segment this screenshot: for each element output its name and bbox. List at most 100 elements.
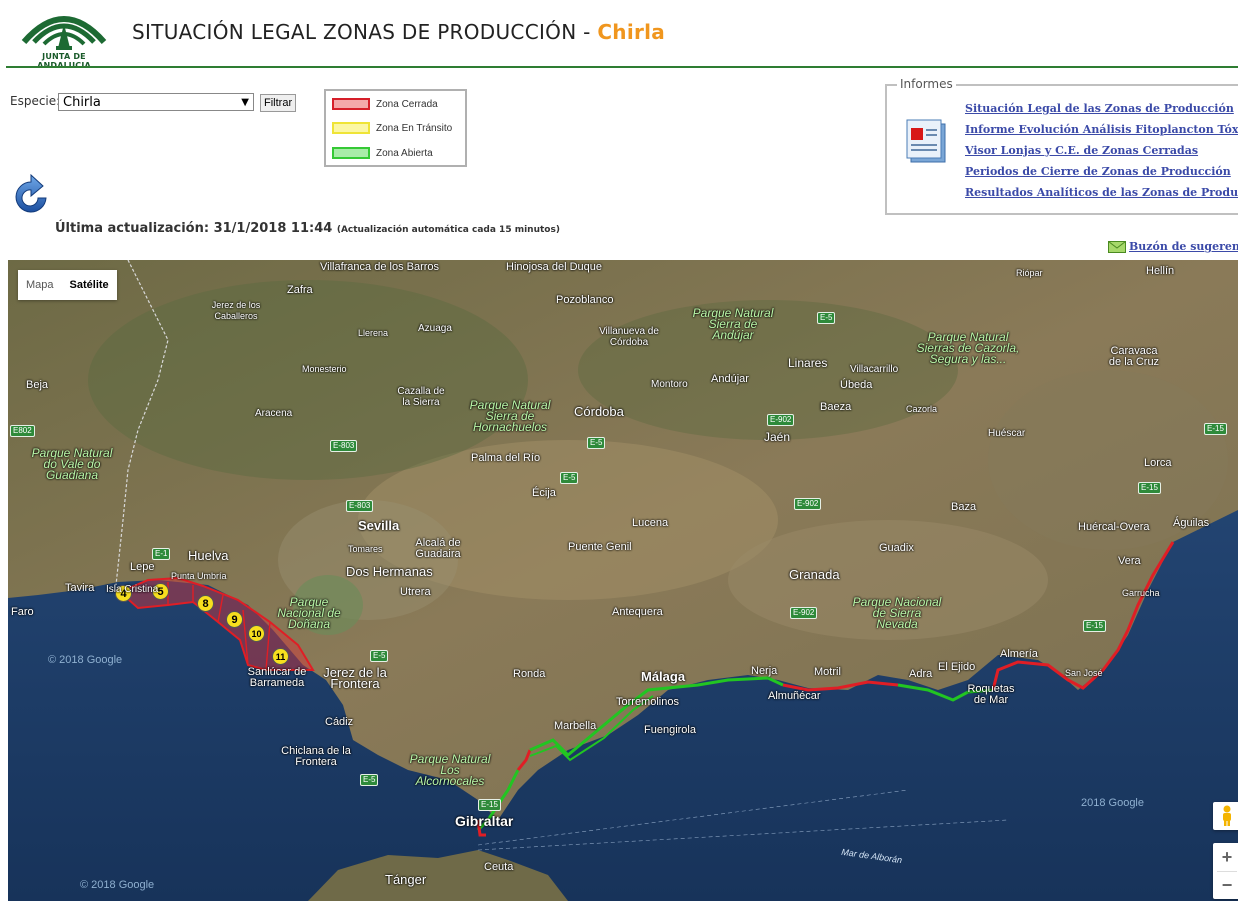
park-label: Parque Natural Sierra de Hornachuelos <box>469 398 551 434</box>
informe-link-periodos[interactable]: Periodos de Cierre de Zonas de Producció… <box>965 165 1231 178</box>
place-label: Cazorla <box>906 404 938 414</box>
place-label: Cazalla de la Sierra <box>397 386 445 408</box>
place-label: Nerja <box>751 665 778 677</box>
place-label: Tánger <box>385 872 427 887</box>
place-label: Jerez de los Caballeros <box>211 300 261 321</box>
place-label: Marbella <box>554 720 597 732</box>
header-divider <box>6 66 1238 68</box>
road-shield: E802 <box>10 425 35 437</box>
place-label: Aracena <box>255 408 293 419</box>
legend-label: Zona Cerrada <box>376 99 438 110</box>
place-label: Motril <box>814 666 841 678</box>
map-type-map-button[interactable]: Mapa <box>18 270 62 300</box>
map-type-satellite-button[interactable]: Satélite <box>62 270 117 300</box>
informe-link-resultados[interactable]: Resultados Analíticos de las Zonas de Pr… <box>965 186 1238 199</box>
place-label: Zafra <box>287 284 313 296</box>
place-label: Villacarrillo <box>850 364 899 375</box>
last-update-note: (Actualización automática cada 15 minuto… <box>336 225 560 235</box>
map-watermark: © 2018 Google <box>48 654 123 666</box>
place-label: Tomares <box>348 544 383 554</box>
road-shield: E-5 <box>560 472 579 484</box>
place-label: Tavira <box>65 582 95 594</box>
species-label: Especie: <box>10 94 61 108</box>
legend-item-open: Zona Abierta <box>332 146 433 162</box>
road-shield: E-15 <box>1204 423 1227 435</box>
place-label: Lepe <box>130 561 155 573</box>
legend-swatch-closed <box>332 98 370 111</box>
page-title-text: SITUACIÓN LEGAL ZONAS DE PRODUCCIÓN - <box>132 20 591 44</box>
place-label: Adra <box>909 668 933 680</box>
place-label: Andújar <box>711 373 749 385</box>
zoom-in-button[interactable]: + <box>1213 843 1238 871</box>
legend-item-transit: Zona En Tránsito <box>332 121 452 137</box>
place-label: Ceuta <box>484 861 514 873</box>
place-label: Águilas <box>1173 517 1210 529</box>
informe-link-lonjas[interactable]: Visor Lonjas y C.E. de Zonas Cerradas <box>965 144 1198 157</box>
road-shield: E-15 <box>1138 482 1161 494</box>
zone-marker[interactable]: 9 <box>226 611 243 628</box>
road-shield: E-5 <box>360 774 379 786</box>
page-title: SITUACIÓN LEGAL ZONAS DE PRODUCCIÓN - Ch… <box>132 20 665 44</box>
place-label: Faro <box>11 606 34 618</box>
species-select[interactable]: Chirla ▼ <box>58 93 254 111</box>
place-label: Beja <box>26 379 49 391</box>
place-label: San José <box>1065 668 1103 678</box>
junta-emblem-icon <box>21 16 107 50</box>
junta-logo[interactable]: JUNTA DE ANDALUCIA <box>18 2 110 70</box>
park-label: Parque Natural Sierras de Cazorla, Segur… <box>916 330 1020 366</box>
place-label: Cádiz <box>325 716 354 728</box>
place-label: Linares <box>788 356 828 370</box>
park-label: Parque Nacional de Sierra Nevada <box>852 595 942 631</box>
place-label: Dos Hermanas <box>346 564 433 579</box>
park-label: Parque Natural Los Alcornocales <box>409 752 491 788</box>
place-label: Villafranca de los Barros <box>320 261 440 273</box>
place-label: Écija <box>532 487 556 499</box>
zone-marker[interactable]: 11 <box>272 648 289 665</box>
place-label: Riópar <box>1016 268 1043 278</box>
place-label: Punta Umbría <box>171 571 227 581</box>
informe-link-situacion[interactable]: Situación Legal de las Zonas de Producci… <box>965 102 1234 115</box>
zone-marker[interactable]: 10 <box>248 625 265 642</box>
place-label: Lucena <box>632 517 669 529</box>
buzon-sugerencias-link[interactable]: Buzón de sugerencia <box>1108 240 1238 253</box>
zoom-control: + − <box>1213 843 1238 899</box>
legend-label: Zona En Tránsito <box>376 123 453 134</box>
zoom-out-button[interactable]: − <box>1213 871 1238 899</box>
map-watermark: 2018 Google <box>1081 797 1144 809</box>
street-view-pegman-icon[interactable] <box>1213 802 1238 830</box>
place-label: Guadix <box>879 542 914 554</box>
map-view[interactable]: 4 5 8 9 10 11 Villafranca de los Barros … <box>8 260 1238 901</box>
place-label: Jaén <box>764 430 791 444</box>
place-label: Isla Cristina <box>106 584 159 595</box>
legend-item-closed: Zona Cerrada <box>332 97 438 113</box>
road-shield: E-15 <box>478 799 501 811</box>
place-label: Huércal-Overa <box>1078 521 1150 533</box>
place-label: Córdoba <box>574 404 624 419</box>
road-shield: E-5 <box>587 437 606 449</box>
map-watermark: © 2018 Google <box>80 879 155 891</box>
map-type-control: Mapa Satélite <box>18 270 117 300</box>
road-shield: E-15 <box>1083 620 1106 632</box>
park-label: Parque Natural Sierra de Andújar <box>692 306 774 342</box>
road-shield: E-5 <box>370 650 389 662</box>
report-document-icon <box>906 119 946 163</box>
legend-swatch-transit <box>332 122 370 135</box>
place-label: Utrera <box>400 586 431 598</box>
legend-label: Zona Abierta <box>376 148 433 159</box>
place-label: Vera <box>1118 555 1141 567</box>
place-label: Almería <box>1000 648 1038 660</box>
filter-button[interactable]: Filtrar <box>260 94 297 112</box>
informe-link-fitoplancton[interactable]: Informe Evolución Análisis Fitoplancton … <box>965 123 1238 136</box>
place-label: Alcalá de Guadaira <box>415 537 461 560</box>
place-label: Lorca <box>1144 457 1172 469</box>
place-label: Pozoblanco <box>556 294 614 306</box>
zone-marker[interactable]: 8 <box>197 595 214 612</box>
place-label: Fuengirola <box>644 724 696 736</box>
zone-legend: Zona Cerrada Zona En Tránsito Zona Abier… <box>324 89 467 167</box>
road-shield: E-803 <box>330 440 358 452</box>
place-label: Palma del Río <box>471 452 541 464</box>
place-label: Baza <box>951 501 977 513</box>
place-label: Hinojosa del Duque <box>506 261 603 273</box>
refresh-icon[interactable] <box>10 173 52 218</box>
place-label: El Ejido <box>938 661 976 673</box>
